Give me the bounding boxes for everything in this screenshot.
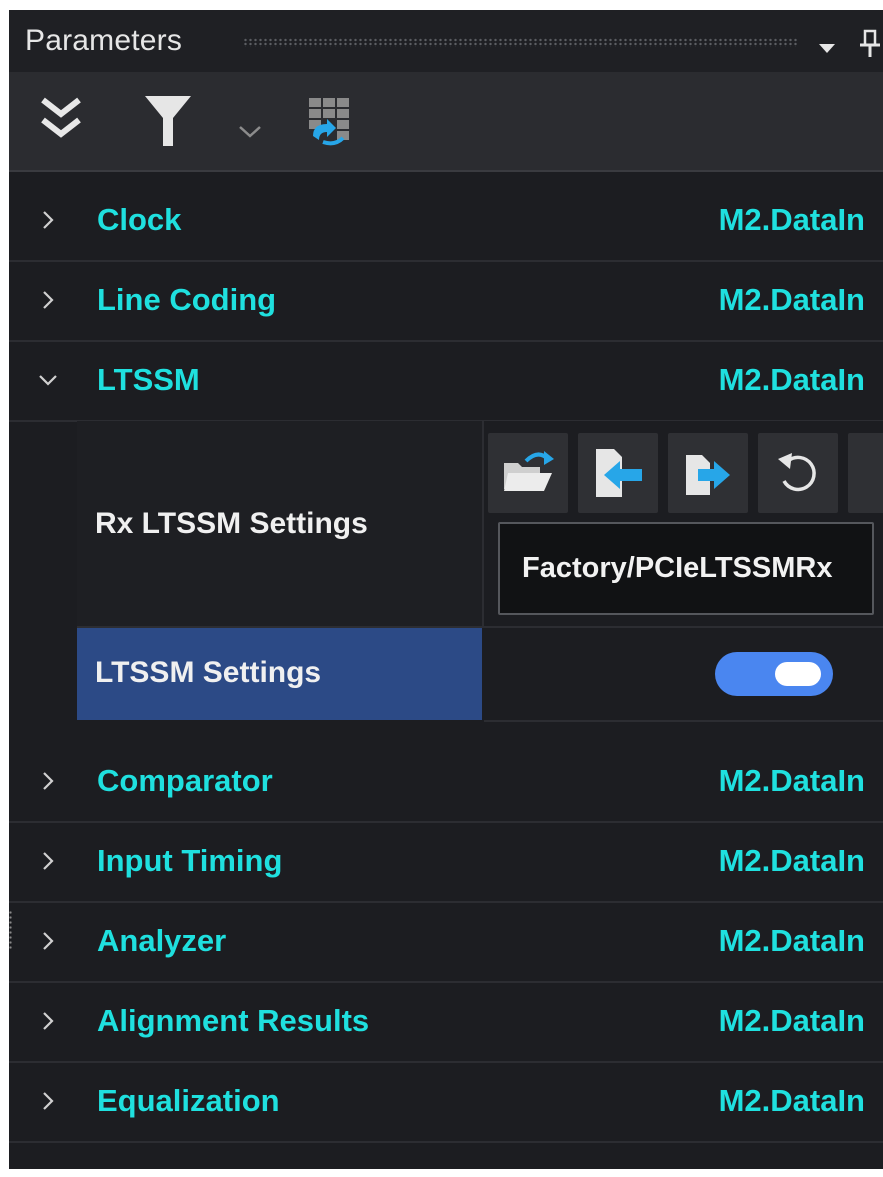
panel-title: Parameters: [25, 24, 183, 57]
filter-icon[interactable]: [143, 94, 193, 148]
overflow-button[interactable]: [848, 433, 883, 513]
parameters-toolbar: [9, 72, 883, 172]
row-label: Line Coding: [97, 282, 277, 317]
row-label: Equalization: [97, 1083, 280, 1118]
row-label: Input Timing: [97, 843, 283, 878]
tree-row-analyzer[interactable]: Analyzer M2.DataIn: [9, 903, 883, 983]
import-button[interactable]: [578, 433, 658, 513]
chevron-right-icon[interactable]: [37, 289, 59, 311]
parameters-panel: Parameters Clock M2.DataIn Line Coding M…: [9, 10, 883, 1169]
row-value: M2.DataIn: [718, 1003, 865, 1038]
row-label: Analyzer: [97, 923, 227, 958]
tree-row-ltssm[interactable]: LTSSM M2.DataIn: [9, 342, 883, 422]
row-label: Comparator: [97, 763, 273, 798]
chevron-right-icon[interactable]: [37, 770, 59, 792]
tree-row-comparator[interactable]: Comparator M2.DataIn: [9, 743, 883, 823]
expand-all-icon[interactable]: [39, 96, 83, 142]
chevron-right-icon[interactable]: [37, 930, 59, 952]
row-value: M2.DataIn: [718, 362, 865, 397]
chevron-right-icon[interactable]: [37, 1090, 59, 1112]
ltssm-path-field[interactable]: Factory/PCIeLTSSMRx: [498, 522, 874, 615]
open-folder-icon: [504, 451, 554, 491]
tree-row-input-timing[interactable]: Input Timing M2.DataIn: [9, 823, 883, 903]
import-icon: [596, 449, 642, 497]
toggle-knob: [775, 662, 821, 686]
rx-ltssm-settings-label: Rx LTSSM Settings: [95, 507, 368, 540]
row-value: M2.DataIn: [718, 923, 865, 958]
row-value: M2.DataIn: [718, 763, 865, 798]
ltssm-properties: Rx LTSSM Settings Factory/PCIeLTSSMRx LT…: [77, 421, 883, 722]
chevron-right-icon[interactable]: [37, 1010, 59, 1032]
pin-icon[interactable]: [857, 28, 883, 58]
tree-row-clock[interactable]: Clock M2.DataIn: [9, 182, 883, 262]
reset-icon: [778, 453, 816, 492]
reset-button[interactable]: [758, 433, 838, 513]
row-label: LTSSM: [97, 362, 200, 397]
property-value-cell: [484, 628, 883, 722]
row-label: Alignment Results: [97, 1003, 370, 1038]
export-icon: [686, 455, 730, 495]
row-value: M2.DataIn: [718, 1083, 865, 1118]
row-value: M2.DataIn: [718, 202, 865, 237]
property-name-cell-selected[interactable]: LTSSM Settings: [77, 628, 482, 720]
export-button[interactable]: [668, 433, 748, 513]
row-value: M2.DataIn: [718, 843, 865, 878]
chevron-down-icon[interactable]: [37, 369, 59, 391]
row-value: M2.DataIn: [718, 282, 865, 317]
row-label: Clock: [97, 202, 182, 237]
property-name-cell[interactable]: Rx LTSSM Settings: [77, 421, 484, 628]
panel-title-bar[interactable]: Parameters: [9, 10, 883, 72]
resize-grip[interactable]: [9, 910, 12, 950]
tree-row-alignment-results[interactable]: Alignment Results M2.DataIn: [9, 983, 883, 1063]
chevron-right-icon[interactable]: [37, 209, 59, 231]
title-bar-grip: [243, 38, 799, 47]
open-file-button[interactable]: [488, 433, 568, 513]
tree-row-equalization[interactable]: Equalization M2.DataIn: [9, 1063, 883, 1143]
ltssm-settings-toggle[interactable]: [715, 652, 833, 696]
refresh-grid-icon[interactable]: [305, 96, 357, 152]
property-value-cell: Factory/PCIeLTSSMRx: [484, 421, 883, 628]
chevron-down-icon[interactable]: [237, 124, 263, 140]
chevron-right-icon[interactable]: [37, 850, 59, 872]
ltssm-settings-label: LTSSM Settings: [95, 656, 322, 689]
panel-menu-dropdown-icon[interactable]: [819, 44, 835, 53]
tree-row-line-coding[interactable]: Line Coding M2.DataIn: [9, 262, 883, 342]
